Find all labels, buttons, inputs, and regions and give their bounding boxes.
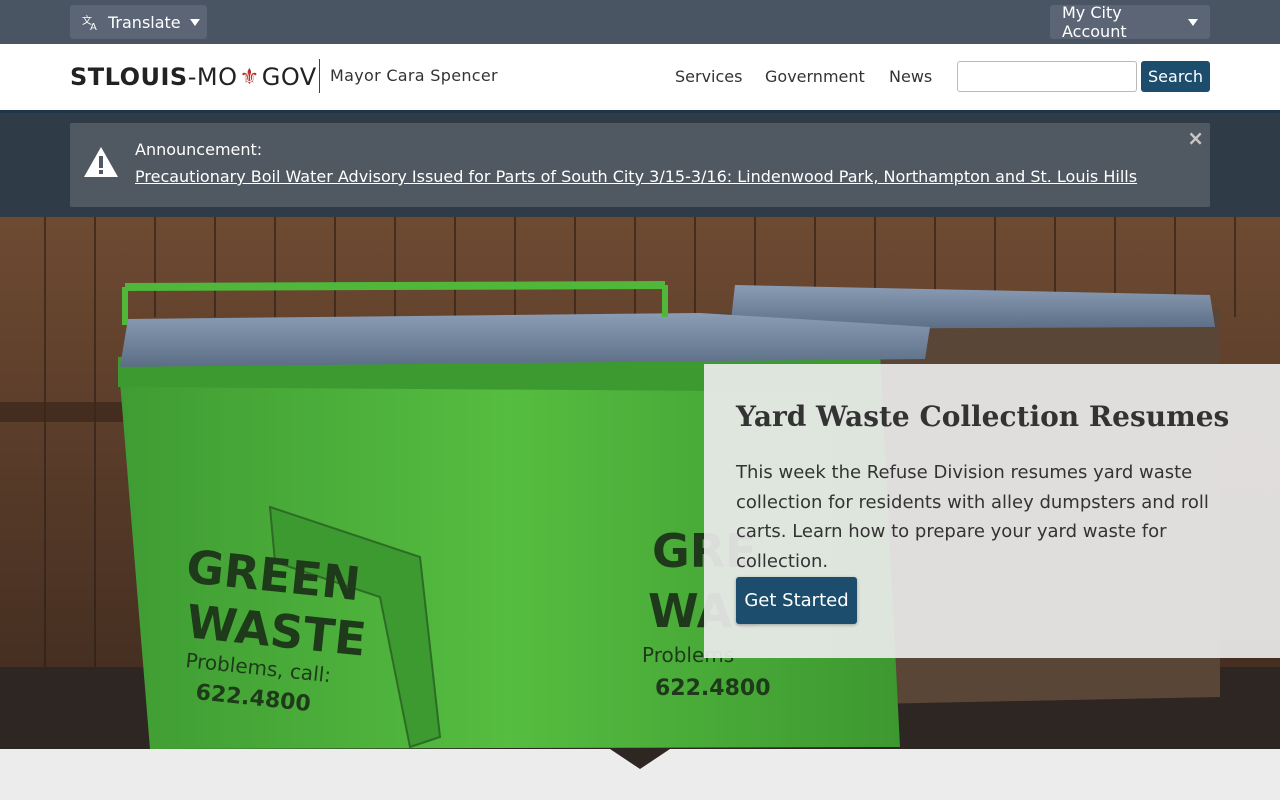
hero-title: Yard Waste Collection Resumes: [736, 400, 1230, 433]
my-city-account-button[interactable]: My City Account: [1050, 3, 1210, 41]
close-icon[interactable]: ×: [1187, 126, 1204, 150]
announcement-band: Announcement: Precautionary Boil Water A…: [0, 113, 1280, 217]
search-input[interactable]: [957, 61, 1137, 92]
logo-mo: MO: [196, 63, 238, 91]
nav-government[interactable]: Government: [765, 67, 865, 86]
announcement-link[interactable]: Precautionary Boil Water Advisory Issued…: [135, 167, 1137, 186]
svg-text:A: A: [90, 22, 97, 31]
search-button[interactable]: Search: [1141, 61, 1210, 92]
translate-label: Translate: [108, 12, 181, 32]
hero-notch: [610, 749, 670, 769]
hero-description: This week the Refuse Division resumes ya…: [736, 462, 1209, 572]
announcement-box: Announcement: Precautionary Boil Water A…: [70, 123, 1210, 207]
site-header: STLOUIS - MO ⚜ GOV Mayor Cara Spencer Servic…: [0, 44, 1280, 110]
hero-banner: GREEN WASTE Problems, call: 622.4800 GRE…: [0, 217, 1280, 749]
translate-icon: 文A: [82, 13, 100, 31]
dumpster-text-phone-right: 622.4800: [655, 676, 771, 701]
hero-card: Yard Waste Collection Resumes This week …: [704, 364, 1280, 658]
utility-bar: 文A Translate My City Account: [0, 0, 1280, 44]
mayor-name[interactable]: Mayor Cara Spencer: [330, 66, 498, 85]
fleur-de-lis-icon: ⚜: [239, 64, 260, 90]
logo-dash: -: [187, 63, 197, 91]
account-label: My City Account: [1062, 3, 1127, 41]
translate-button[interactable]: 文A Translate: [70, 5, 207, 39]
site-logo[interactable]: STLOUIS - MO ⚜ GOV: [70, 63, 317, 91]
logo-stlouis: STLOUIS: [70, 63, 188, 91]
chevron-down-icon: [1188, 18, 1198, 26]
logo-divider: [319, 59, 320, 93]
warning-icon: [84, 147, 118, 177]
get-started-button[interactable]: Get Started: [736, 577, 857, 624]
chevron-down-icon: [189, 18, 200, 26]
announcement-label: Announcement:: [135, 140, 263, 159]
nav-services[interactable]: Services: [675, 67, 742, 86]
logo-gov: GOV: [261, 63, 317, 91]
nav-news[interactable]: News: [889, 67, 932, 86]
